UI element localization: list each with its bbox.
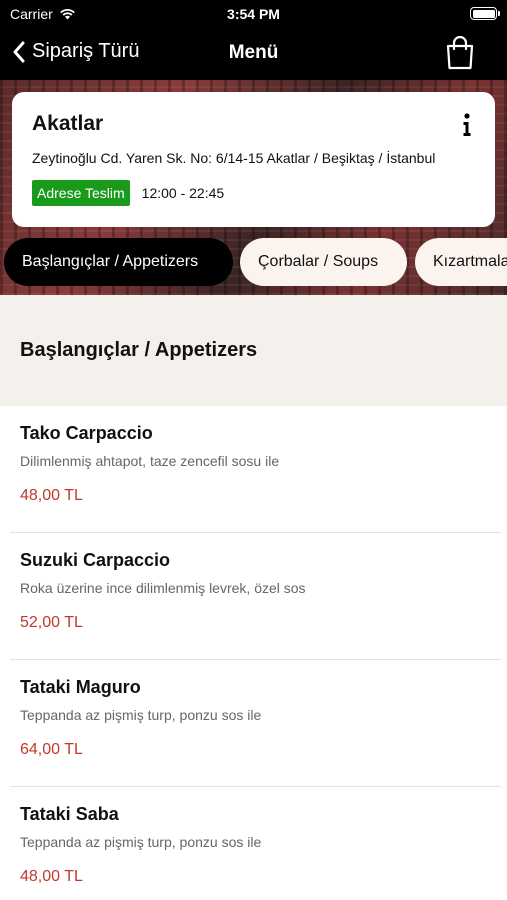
section-header: Başlangıçlar / Appetizers bbox=[0, 295, 507, 406]
category-tabs: Başlangıçlar / Appetizers Çorbalar / Sou… bbox=[0, 238, 507, 288]
tab-soups[interactable]: Çorbalar / Soups bbox=[240, 238, 407, 286]
menu-item-list: Tako Carpaccio Dilimlenmiş ahtapot, taze… bbox=[0, 406, 507, 900]
tab-label: Başlangıçlar / Appetizers bbox=[22, 253, 199, 270]
section-title: Başlangıçlar / Appetizers bbox=[20, 339, 258, 361]
page-title: Menü bbox=[228, 42, 279, 63]
menu-item-description: Dilimlenmiş ahtapot, taze zencefil sosu … bbox=[20, 453, 280, 469]
menu-item[interactable]: Tataki Maguro Teppanda az pişmiş turp, p… bbox=[0, 660, 507, 787]
restaurant-info-card: Akatlar Zeytinoğlu Cd. Yaren Sk. No: 6/1… bbox=[12, 92, 495, 227]
menu-item-description: Teppanda az pişmiş turp, ponzu sos ile bbox=[20, 707, 262, 723]
menu-item-price: 48,00 TL bbox=[20, 868, 83, 885]
status-bar: Carrier 3:54 PM bbox=[0, 0, 507, 28]
menu-item-name: Tataki Maguro bbox=[20, 677, 141, 697]
menu-item[interactable]: Suzuki Carpaccio Roka üzerine ince dilim… bbox=[0, 533, 507, 660]
tab-appetizers[interactable]: Başlangıçlar / Appetizers bbox=[4, 238, 233, 286]
tab-label: Çorbalar / Soups bbox=[258, 253, 379, 270]
menu-item-price: 48,00 TL bbox=[20, 487, 83, 504]
restaurant-address: Zeytinoğlu Cd. Yaren Sk. No: 6/14-15 Aka… bbox=[32, 150, 436, 166]
menu-item[interactable]: Tako Carpaccio Dilimlenmiş ahtapot, taze… bbox=[0, 406, 507, 533]
menu-item-price: 64,00 TL bbox=[20, 741, 83, 758]
clock: 3:54 PM bbox=[227, 6, 280, 22]
menu-item-name: Suzuki Carpaccio bbox=[20, 550, 171, 570]
menu-item-name: Tataki Saba bbox=[20, 804, 119, 824]
menu-item-name: Tako Carpaccio bbox=[20, 423, 153, 443]
menu-item-price: 52,00 TL bbox=[20, 614, 83, 631]
nav-bar: Sipariş Türü Menü bbox=[0, 28, 507, 80]
delivery-badge: Adrese Teslim bbox=[32, 180, 130, 206]
menu-item-description: Teppanda az pişmiş turp, ponzu sos ile bbox=[20, 834, 262, 850]
restaurant-name: Akatlar bbox=[32, 112, 104, 135]
shopping-bag-icon[interactable] bbox=[445, 36, 475, 70]
tab-fried[interactable]: Kızartmalar bbox=[415, 238, 507, 286]
menu-item-description: Roka üzerine ince dilimlenmiş levrek, öz… bbox=[20, 580, 306, 596]
battery-icon bbox=[470, 7, 500, 20]
info-icon[interactable] bbox=[461, 112, 473, 138]
tab-label: Kızartmalar bbox=[433, 253, 507, 270]
opening-hours: 12:00 - 22:45 bbox=[141, 185, 225, 201]
menu-item[interactable]: Tataki Saba Teppanda az pişmiş turp, pon… bbox=[0, 787, 507, 900]
